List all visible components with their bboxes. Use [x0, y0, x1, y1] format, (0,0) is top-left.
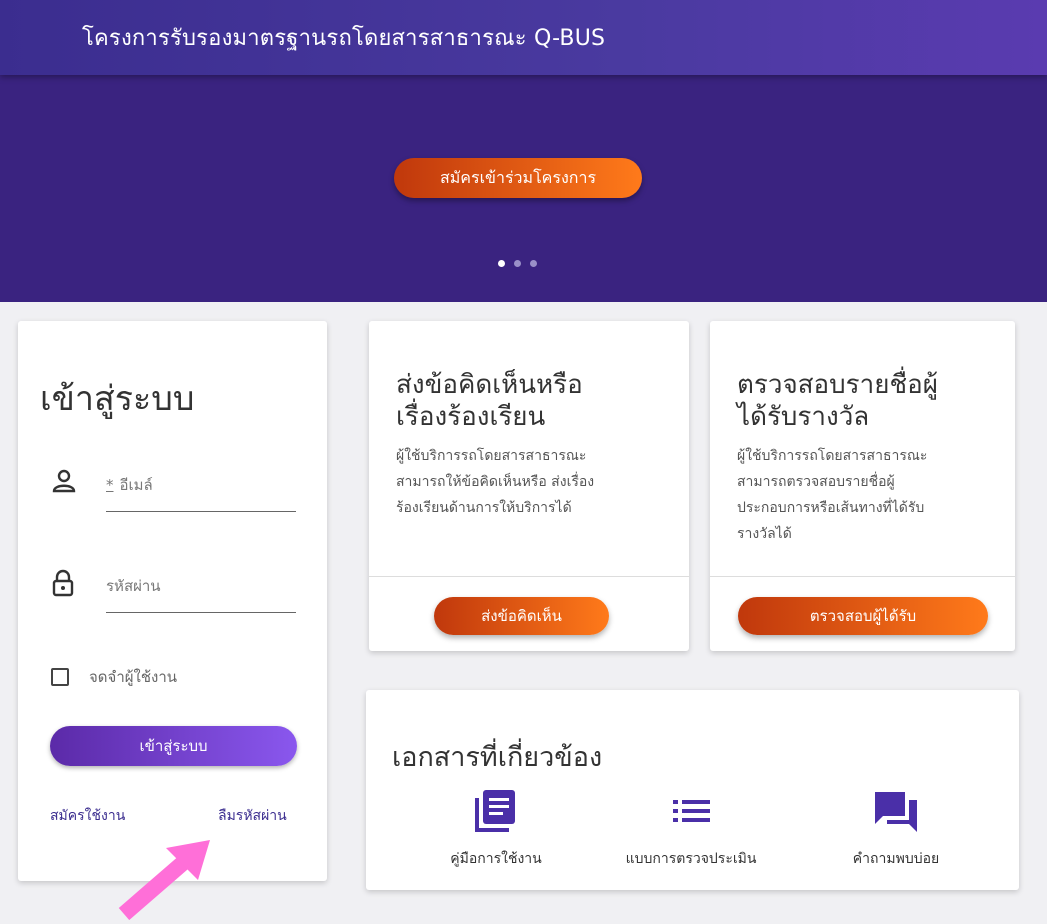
award-card-title: ตรวจสอบรายชื่อผู้ ได้รับรางวัล: [737, 370, 938, 432]
list-icon: [668, 800, 714, 838]
carousel-dots: [498, 260, 537, 267]
forgot-password-link[interactable]: ลืมรหัสผ่าน: [218, 805, 287, 827]
article-icon: [473, 790, 519, 838]
award-card-description: ผู้ใช้บริการรถโดยสารสาธารณะ สามารถตรวจสอ…: [737, 448, 928, 542]
check-awardees-button[interactable]: ตรวจสอบผู้ได้รับ: [738, 597, 988, 635]
carousel-dot-1[interactable]: [498, 260, 505, 267]
doc-manual-label: คู่มือการใช้งาน: [450, 851, 542, 867]
remember-me[interactable]: จดจำผู้ใช้งาน: [51, 665, 177, 689]
send-feedback-button[interactable]: ส่งข้อคิดเห็น: [434, 597, 609, 635]
page-title: โครงการรับรองมาตรฐานรถโดยสารสาธารณะ Q-BU…: [82, 26, 606, 51]
person-icon: [51, 468, 77, 498]
password-field[interactable]: รหัสผ่าน: [51, 564, 296, 614]
divider: [369, 576, 689, 577]
carousel-dot-2[interactable]: [514, 260, 521, 267]
feedback-card-title: ส่งข้อคิดเห็นหรือ เรื่องร้องเรียน: [396, 370, 583, 432]
login-button[interactable]: เข้าสู่ระบบ: [50, 726, 297, 766]
award-card: ตรวจสอบรายชื่อผู้ ได้รับรางวัล ผู้ใช้บริ…: [710, 321, 1015, 651]
doc-evaluation-label: แบบการตรวจประเมิน: [625, 851, 757, 867]
register-link[interactable]: สมัครใช้งาน: [50, 805, 125, 827]
hero-banner: สมัครเข้าร่วมโครงการ: [0, 75, 1047, 302]
feedback-card: ส่งข้อคิดเห็นหรือ เรื่องร้องเรียน ผู้ใช้…: [369, 321, 689, 651]
carousel-dot-3[interactable]: [530, 260, 537, 267]
documents-card: เอกสารที่เกี่ยวข้อง คู่มือการใช้งาน แบบก…: [366, 690, 1019, 890]
email-field[interactable]: * อีเมล์: [51, 463, 296, 513]
pointer-arrow-icon: [118, 840, 218, 924]
doc-faq[interactable]: คำถามพบบ่อย: [821, 788, 971, 870]
feedback-card-description: ผู้ใช้บริการรถโดยสารสาธารณะ สามารถให้ข้อ…: [396, 448, 595, 516]
join-project-button[interactable]: สมัครเข้าร่วมโครงการ: [394, 158, 642, 198]
remember-checkbox[interactable]: [51, 668, 69, 686]
doc-evaluation-form[interactable]: แบบการตรวจประเมิน: [601, 788, 781, 870]
doc-faq-label: คำถามพบบ่อย: [852, 851, 940, 867]
lock-icon: [51, 569, 75, 601]
forum-icon: [871, 792, 921, 838]
password-placeholder: รหัสผ่าน: [106, 577, 161, 595]
divider: [710, 576, 1015, 577]
login-title: เข้าสู่ระบบ: [40, 379, 195, 419]
documents-title: เอกสารที่เกี่ยวข้อง: [392, 742, 603, 773]
login-card: เข้าสู่ระบบ * อีเมล์ รหัสผ่าน จดจำผู้ใช้ง…: [18, 321, 327, 881]
doc-manual[interactable]: คู่มือการใช้งาน: [411, 788, 581, 870]
top-header: โครงการรับรองมาตรฐานรถโดยสารสาธารณะ Q-BU…: [0, 0, 1047, 75]
remember-label: จดจำผู้ใช้งาน: [89, 668, 178, 686]
email-placeholder: * อีเมล์: [106, 476, 153, 494]
